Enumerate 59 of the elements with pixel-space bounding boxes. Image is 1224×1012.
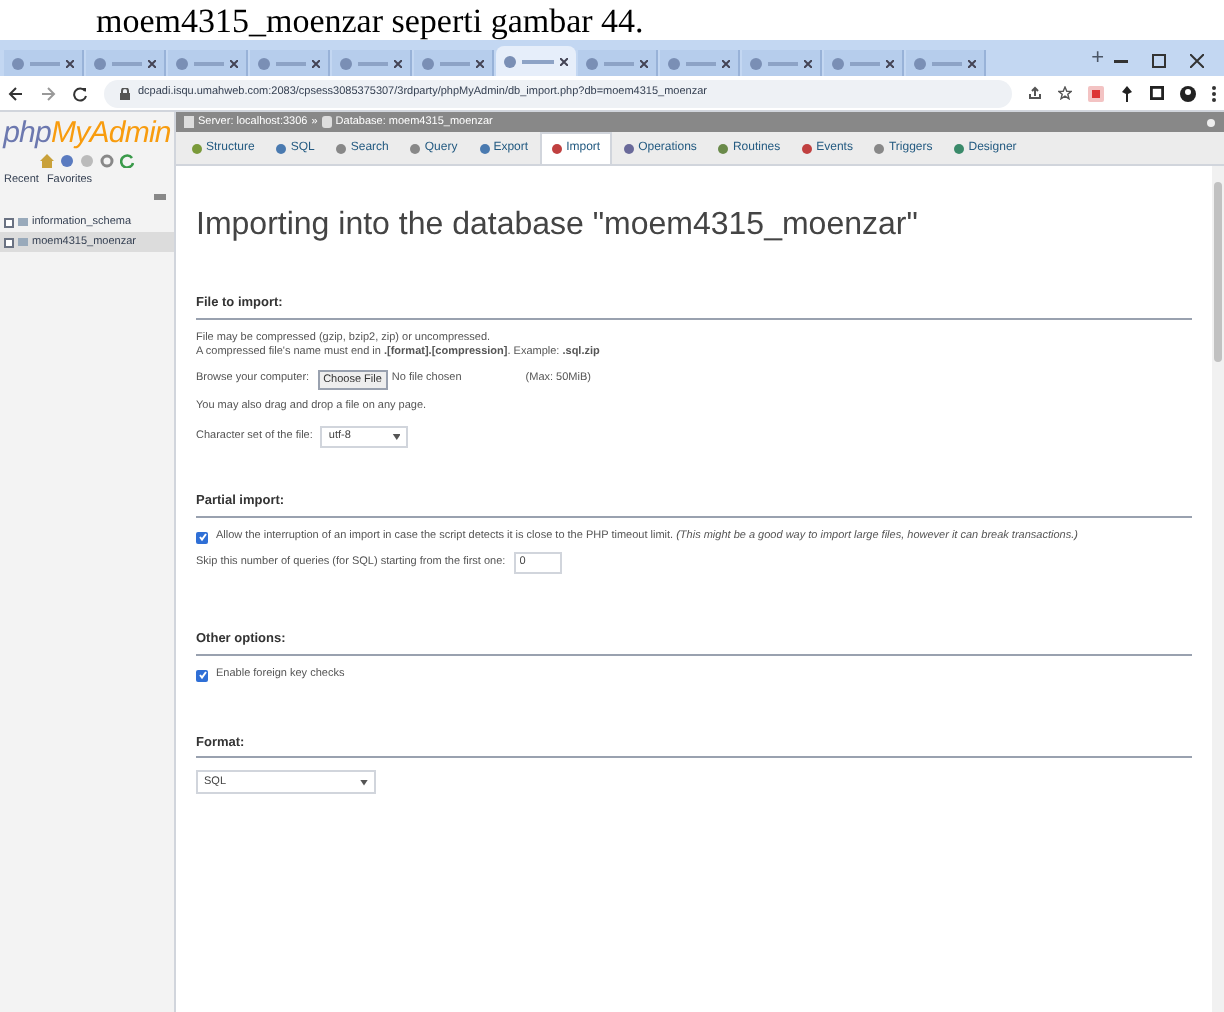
tab-icon: [954, 144, 965, 154]
tab-icon: [874, 144, 885, 154]
tab-icon: [336, 144, 347, 154]
caret-icon: [392, 434, 401, 440]
close-icon[interactable]: [804, 59, 812, 67]
reload-icon[interactable]: [72, 85, 88, 101]
close-icon[interactable]: [722, 59, 730, 67]
tab-icon: [276, 144, 287, 154]
close-icon[interactable]: [66, 59, 74, 67]
close-icon[interactable]: [476, 59, 484, 67]
collapse-icon[interactable]: [154, 194, 166, 201]
tab-icon: [624, 144, 635, 154]
profile-icon[interactable]: [1180, 85, 1196, 101]
close-icon[interactable]: [312, 59, 320, 67]
window-icon[interactable]: [1150, 86, 1164, 100]
close-icon[interactable]: [560, 57, 568, 65]
favicon-icon: [340, 57, 352, 69]
close-icon[interactable]: [968, 59, 976, 67]
pin-icon[interactable]: [1120, 85, 1134, 101]
favicon-icon: [422, 57, 434, 69]
tab-icon: [718, 144, 729, 154]
logo-text[interactable]: phpMyAdmin: [0, 116, 174, 152]
tab-icon: [410, 144, 421, 154]
share-icon[interactable]: [1028, 86, 1042, 100]
favicon-icon: [750, 57, 762, 69]
close-icon[interactable]: [230, 59, 238, 67]
tab-icon: [479, 144, 490, 154]
back-icon[interactable]: [8, 85, 24, 101]
favicon-icon: [668, 57, 680, 69]
favicon-icon: [504, 55, 516, 67]
checkbox[interactable]: [196, 669, 208, 681]
favicon-icon: [176, 57, 188, 69]
close-icon[interactable]: [1190, 54, 1204, 68]
checkbox[interactable]: [196, 531, 208, 544]
caret-icon: [360, 779, 368, 786]
favicon-icon: [586, 57, 598, 69]
extension-icon[interactable]: [1088, 85, 1104, 101]
lock-icon: [120, 87, 130, 99]
favicon-icon: [12, 57, 24, 69]
favicon-icon: [94, 57, 106, 69]
favicon-icon: [258, 57, 270, 69]
close-icon[interactable]: [886, 59, 894, 67]
page-heading: Importing into the database "moem4315_moenzar": [196, 206, 920, 246]
close-icon[interactable]: [148, 59, 156, 67]
new-tab-button[interactable]: +: [1083, 48, 1112, 70]
forward-icon[interactable]: [40, 85, 56, 101]
tab-icon: [552, 144, 563, 154]
favicon-icon: [832, 57, 844, 69]
close-icon[interactable]: [394, 59, 402, 67]
star-icon[interactable]: [1058, 86, 1072, 100]
close-icon[interactable]: [640, 59, 648, 67]
tab-icon: [192, 144, 202, 154]
scrollbar[interactable]: [1212, 166, 1224, 1012]
minimize-icon[interactable]: [1114, 59, 1128, 63]
tab-icon: [802, 144, 813, 154]
caption-text: moem4315_moenzar seperti gambar 44.: [96, 2, 644, 40]
favicon-icon: [914, 57, 926, 69]
refresh-icon[interactable]: [120, 154, 134, 168]
maximize-icon[interactable]: [1152, 54, 1166, 68]
